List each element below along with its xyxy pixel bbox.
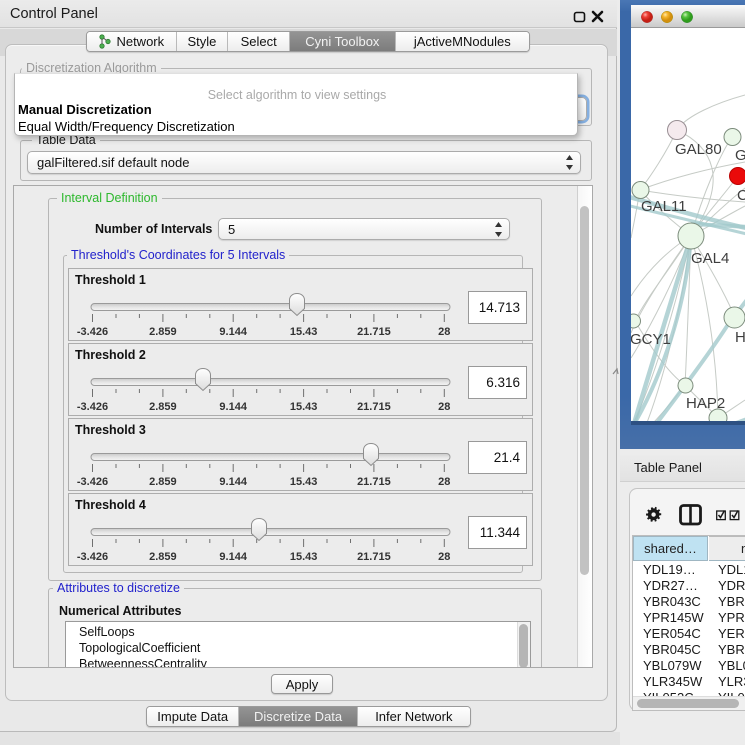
svg-text:9.144: 9.144 bbox=[219, 551, 247, 563]
svg-text:H: H bbox=[735, 329, 745, 346]
svg-text:15.43: 15.43 bbox=[290, 476, 318, 488]
svg-text:-3.426: -3.426 bbox=[77, 326, 108, 338]
svg-text:28: 28 bbox=[438, 401, 450, 413]
svg-text:9.144: 9.144 bbox=[219, 326, 247, 338]
svg-text:2.859: 2.859 bbox=[149, 551, 177, 563]
svg-text:21.715: 21.715 bbox=[357, 326, 391, 338]
svg-text:15.43: 15.43 bbox=[290, 401, 318, 413]
svg-text:21.715: 21.715 bbox=[357, 476, 391, 488]
svg-text:9.144: 9.144 bbox=[219, 401, 247, 413]
svg-text:2.859: 2.859 bbox=[149, 326, 177, 338]
svg-text:-3.426: -3.426 bbox=[77, 551, 108, 563]
svg-text:HAP2: HAP2 bbox=[686, 395, 725, 412]
svg-text:28: 28 bbox=[438, 476, 450, 488]
svg-text:9.144: 9.144 bbox=[219, 476, 247, 488]
svg-text:GAL11: GAL11 bbox=[641, 198, 687, 215]
svg-text:GAL4: GAL4 bbox=[691, 250, 729, 267]
svg-text:21.715: 21.715 bbox=[357, 401, 391, 413]
svg-text:21.715: 21.715 bbox=[357, 551, 391, 563]
svg-text:2.859: 2.859 bbox=[149, 401, 177, 413]
svg-text:15.43: 15.43 bbox=[290, 326, 318, 338]
svg-text:28: 28 bbox=[438, 551, 450, 563]
svg-text:-3.426: -3.426 bbox=[77, 401, 108, 413]
svg-text:C: C bbox=[737, 187, 745, 204]
svg-text:2.859: 2.859 bbox=[149, 476, 177, 488]
svg-text:15.43: 15.43 bbox=[290, 551, 318, 563]
svg-text:GAL80: GAL80 bbox=[675, 141, 722, 158]
svg-text:GCY1: GCY1 bbox=[631, 331, 671, 348]
svg-text:-3.426: -3.426 bbox=[77, 476, 108, 488]
svg-text:G.: G. bbox=[735, 147, 745, 164]
svg-text:28: 28 bbox=[438, 326, 450, 338]
